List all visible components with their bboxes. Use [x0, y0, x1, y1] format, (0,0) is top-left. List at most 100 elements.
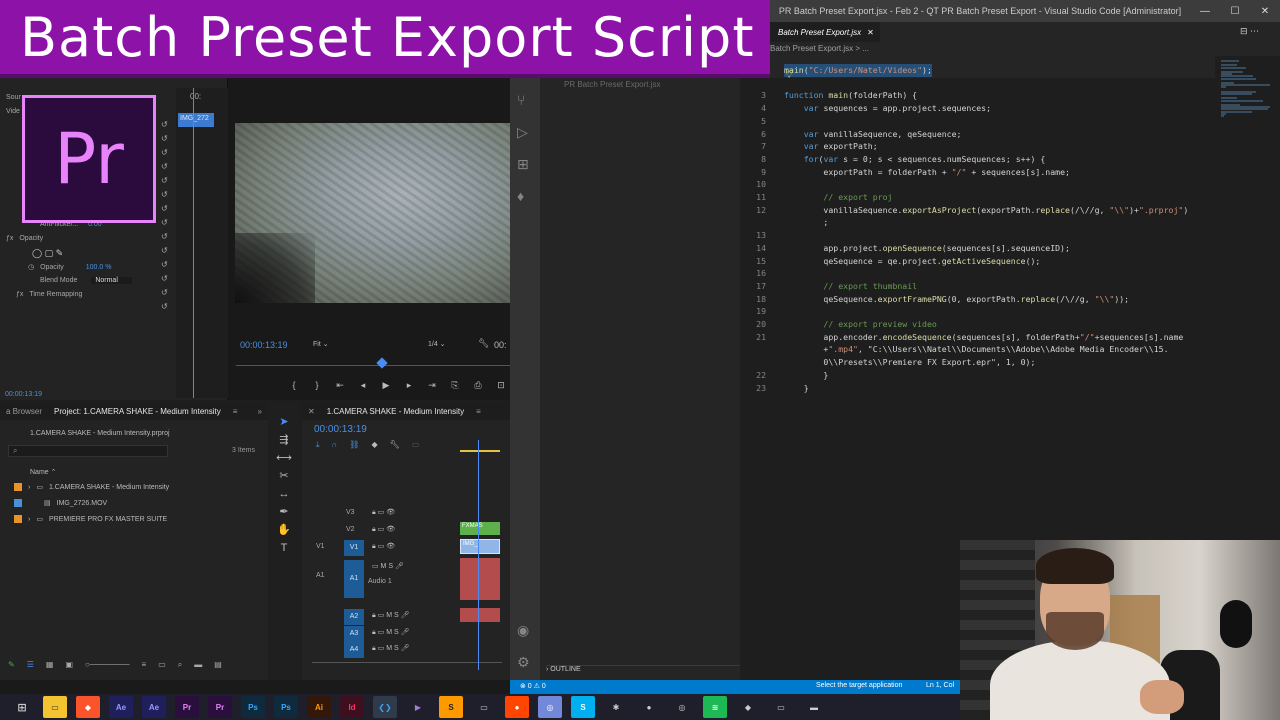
app-icon[interactable]: ◆: [736, 696, 760, 718]
code-line[interactable]: 13: [740, 229, 1215, 242]
code-line[interactable]: 21 app.encoder.encodeSequence(sequences[…: [740, 331, 1215, 344]
fx-row-opacity-group[interactable]: ƒx Opacity: [6, 235, 43, 242]
selection-tool-icon[interactable]: ➤: [279, 416, 288, 428]
go-to-out-icon[interactable]: ⇥: [426, 380, 438, 391]
code-line[interactable]: 7 var exportPath;: [740, 140, 1215, 153]
vscode-icon[interactable]: ❮❯: [373, 696, 397, 718]
track-target[interactable]: A3: [344, 626, 364, 642]
overwrite-icon[interactable]: ⎙: [472, 380, 484, 391]
split-editor-icon[interactable]: ⊟ ⋯: [1240, 26, 1259, 37]
audio-clip[interactable]: [460, 608, 500, 622]
mark-out-icon[interactable]: }: [311, 380, 323, 391]
minimize-icon[interactable]: —: [1190, 6, 1220, 17]
sublime-icon[interactable]: S: [439, 696, 463, 718]
brave-browser-icon[interactable]: ◆: [76, 696, 100, 718]
effects-timecode[interactable]: 00:00:13:19: [5, 391, 42, 398]
code-line[interactable]: 17 // export thumbnail: [740, 280, 1215, 293]
source-patch[interactable]: V1: [316, 543, 325, 550]
github-icon[interactable]: ●: [637, 696, 661, 718]
blend-mode-select[interactable]: Normal: [91, 277, 132, 284]
razor-icon[interactable]: ✂: [279, 470, 288, 482]
after-effects-icon[interactable]: Ae: [109, 696, 133, 718]
timeline-playhead[interactable]: [478, 440, 479, 670]
name-column-header[interactable]: Name ⌃: [30, 468, 57, 476]
premiere-pro-icon[interactable]: Pr: [208, 696, 232, 718]
extensions-icon[interactable]: ⊞: [517, 156, 529, 173]
slip-icon[interactable]: ↔: [279, 488, 290, 500]
type-tool-icon[interactable]: T: [281, 542, 288, 554]
code-line[interactable]: 5: [740, 115, 1215, 128]
timeline-timecode[interactable]: 00:00:13:19: [314, 424, 367, 435]
timeline-zoom-bar[interactable]: [312, 662, 502, 663]
source-patch[interactable]: A1: [316, 572, 325, 579]
wrench-icon[interactable]: 🔧︎: [478, 338, 489, 349]
project-item[interactable]: ▤ IMG_2726.MOV: [14, 496, 264, 510]
play-icon[interactable]: ▶: [380, 380, 392, 391]
problems-indicator[interactable]: ⊗ 0 ⚠ 0: [520, 682, 546, 690]
track-target[interactable]: V1: [344, 540, 364, 556]
track-controls[interactable]: 🔒︎ ▭ 👁︎: [372, 542, 395, 551]
track-controls[interactable]: 🔒︎ ▭ 👁︎: [372, 508, 395, 517]
run-debug-icon[interactable]: ▷: [517, 124, 528, 141]
code-line[interactable]: ;: [740, 216, 1215, 229]
manage-gear-icon[interactable]: ⚙: [517, 654, 530, 671]
ripple-edit-icon[interactable]: ⟷: [276, 452, 292, 464]
illustrator-icon[interactable]: Ai: [307, 696, 331, 718]
track-target[interactable]: A1: [344, 560, 364, 598]
code-line[interactable]: 0\\Presets\\Premiere FX Export.epr", 1, …: [740, 356, 1215, 369]
file-explorer-icon[interactable]: ▭: [43, 696, 67, 718]
track-controls[interactable]: ▭ M S 🎤︎: [372, 562, 404, 570]
find-icon[interactable]: ⌕: [178, 660, 182, 670]
code-line[interactable]: 19: [740, 305, 1215, 318]
track-controls[interactable]: 🔒︎ ▭ 👁︎: [372, 525, 395, 534]
visual-studio-icon[interactable]: ▶: [406, 696, 430, 718]
track-select-icon[interactable]: ⇶: [279, 434, 288, 446]
close-tab-icon[interactable]: ✕: [302, 407, 321, 416]
snap-icon[interactable]: ∩: [332, 440, 338, 450]
work-area-bar[interactable]: [460, 450, 500, 452]
reset-buttons[interactable]: ↺ ↺ ↺ ↺ ↺ ↺ ↺ ↺ ↺ ↺ ↺ ↺ ↺ ↺: [161, 118, 173, 314]
code-line[interactable]: 15 qeSequence = qe.project.getActiveSequ…: [740, 255, 1215, 268]
lightbulb-icon[interactable]: 💡︎: [786, 70, 792, 81]
outline-section[interactable]: › OUTLINE: [546, 665, 740, 679]
code-line[interactable]: 18 qeSequence.exportFramePNG(0, exportPa…: [740, 293, 1215, 306]
code-line[interactable]: 22 }: [740, 369, 1215, 382]
monitor-scrubber[interactable]: [236, 365, 510, 366]
export-frame-icon[interactable]: ⊡: [495, 380, 507, 391]
new-bin-icon[interactable]: ▬: [194, 660, 202, 670]
mask-tools[interactable]: ◯ ▢ ✎: [32, 248, 63, 259]
photoshop-icon[interactable]: Ps: [274, 696, 298, 718]
track-controls[interactable]: 🔒︎ ▭ M S 🎤︎: [372, 628, 410, 637]
track-target[interactable]: A4: [344, 642, 364, 658]
new-item-icon[interactable]: ▤: [214, 660, 222, 670]
audio-clip[interactable]: [460, 558, 500, 600]
code-line[interactable]: 11 // export proj: [740, 191, 1215, 204]
add-marker-icon[interactable]: ◆: [371, 440, 377, 450]
more-panels-icon[interactable]: »: [252, 407, 268, 416]
code-line[interactable]: 20 // export preview video: [740, 318, 1215, 331]
code-line[interactable]: 4 var sequences = app.project.sequences;: [740, 102, 1215, 115]
close-icon[interactable]: ✕: [1250, 6, 1280, 17]
skype-icon[interactable]: S: [571, 696, 595, 718]
premiere-pro-icon[interactable]: Pr: [175, 696, 199, 718]
stopwatch-icon[interactable]: ◷: [28, 264, 34, 271]
project-item[interactable]: › ▭ 1.CAMERA SHAKE - Medium Intensity: [14, 480, 264, 494]
code-line[interactable]: 14 app.project.openSequence(sequences[s]…: [740, 242, 1215, 255]
mark-in-icon[interactable]: {: [288, 380, 300, 391]
resolution-select[interactable]: 1/4 ⌄: [428, 340, 446, 348]
mini-clip[interactable]: IMG_272: [178, 113, 214, 127]
pen-icon[interactable]: ✎: [8, 660, 15, 670]
icon-view-icon[interactable]: ▦: [46, 660, 54, 670]
zoom-slider[interactable]: ○───────: [85, 660, 130, 670]
list-view-icon[interactable]: ☰: [27, 660, 34, 670]
project-search-input[interactable]: ⌕: [8, 445, 168, 457]
track-controls[interactable]: 🔒︎ ▭ M S 🎤︎: [372, 644, 410, 653]
step-forward-icon[interactable]: ▸: [403, 380, 415, 391]
tab-project[interactable]: Project: 1.CAMERA SHAKE - Medium Intensi…: [48, 407, 227, 416]
step-back-icon[interactable]: ◂: [357, 380, 369, 391]
cursor-position[interactable]: Ln 1, Col: [926, 682, 954, 689]
hand-icon[interactable]: ✋: [277, 524, 291, 536]
code-line[interactable]: 16: [740, 267, 1215, 280]
status-message[interactable]: Select the target application: [816, 682, 902, 689]
code-line[interactable]: 23 }: [740, 382, 1215, 395]
